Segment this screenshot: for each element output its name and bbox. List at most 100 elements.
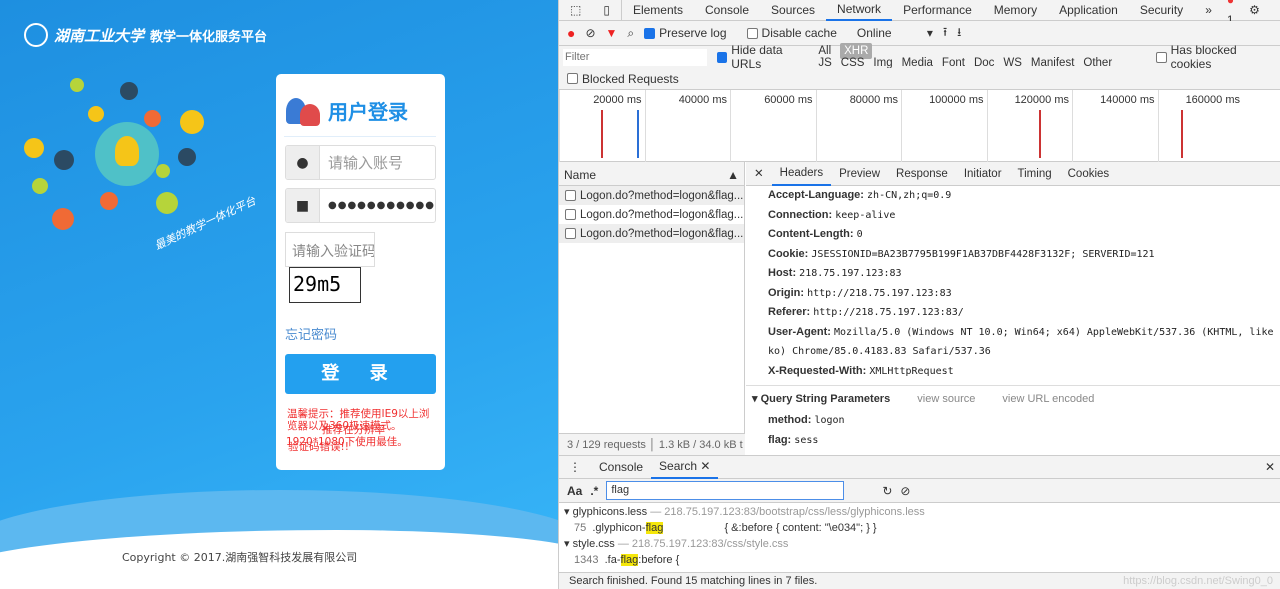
timeline-tick: 120000 ms [986, 90, 1073, 162]
network-timeline[interactable]: 20000 ms 40000 ms 60000 ms 80000 ms 100000 m… [559, 90, 1280, 162]
tab-performance[interactable]: Performance [892, 0, 983, 20]
hide-data-urls-checkbox[interactable]: Hide data URLs [717, 43, 808, 71]
filter-input[interactable] [563, 48, 707, 66]
request-name: Logon.do?method=logon&flag... [580, 189, 744, 202]
has-blocked-cookies-label: Has blocked cookies [1170, 43, 1237, 71]
refresh-icon[interactable]: ↻ [882, 484, 892, 498]
request-details: ✕ Headers Preview Response Initiator Tim… [746, 162, 1280, 455]
header-key: Host: [768, 267, 797, 279]
name-column-header[interactable]: Name [564, 168, 596, 182]
close-details-icon[interactable]: ✕ [746, 163, 772, 185]
request-header: Accept-Language: zh-CN,zh;q=0.9 [746, 186, 1280, 206]
tick-label: 140000 ms [1100, 94, 1155, 106]
query-title[interactable]: Query String Parameters [761, 393, 891, 405]
captcha-input[interactable]: 请输入验证码 [285, 232, 375, 267]
header-value: 0 [856, 229, 863, 240]
request-list: Name ▲ Logon.do?method=logon&flag... Logo… [559, 162, 745, 455]
filter-icon[interactable]: ▼ [606, 26, 618, 40]
timeline-tick: 100000 ms [901, 90, 987, 162]
captcha-image[interactable]: 29m5 [289, 267, 361, 303]
request-row[interactable]: Logon.do?method=logon&flag... [559, 224, 744, 243]
disable-cache-checkbox[interactable]: Disable cache [746, 26, 837, 40]
regex-button[interactable]: .* [590, 484, 598, 498]
inspect-icon[interactable]: ⬚ [559, 0, 592, 20]
result-file[interactable]: ▾ glyphicons.less — 218.75.197.123:83/bo… [564, 504, 1280, 520]
tab-application[interactable]: Application [1048, 0, 1129, 20]
header-key: Referer: [768, 306, 811, 318]
close-drawer-icon[interactable]: ✕ [1265, 460, 1280, 474]
header-value: 218.75.197.123:83 [799, 268, 902, 279]
result-line[interactable]: 75 .glyphicon-flag { &:before { content:… [564, 520, 1280, 536]
query-param: method: logon [768, 414, 845, 426]
expand-icon[interactable]: ▾ [752, 393, 758, 405]
query-string-section: ▾ Query String Parameters view source vi… [746, 385, 1280, 411]
drawer-tab-console[interactable]: Console [591, 460, 651, 474]
request-name: Logon.do?method=logon&flag... [580, 227, 744, 240]
tab-sources[interactable]: Sources [760, 0, 826, 20]
request-header: User-Agent: Mozilla/5.0 (Windows NT 10.0… [746, 323, 1280, 343]
view-source-link[interactable]: view source [917, 393, 975, 405]
lightbulb-icon [95, 122, 159, 186]
result-line[interactable]: 1343 .fa-flag:before { [564, 552, 1280, 568]
type-all[interactable]: All [818, 45, 831, 57]
tab-timing[interactable]: Timing [1010, 163, 1060, 185]
tab-initiator[interactable]: Initiator [956, 163, 1010, 185]
search-toolbar: Aa .* flag ↻ ⊘ [559, 479, 1280, 503]
tab-console[interactable]: Console [694, 0, 760, 20]
login-page: 湖南工业大学 教学一体化服务平台 最美的教学一体化平台 用户登录 ● 请输入账号 … [0, 0, 558, 589]
blocked-row: Blocked Requests [559, 68, 1280, 90]
request-row[interactable]: Logon.do?method=logon&flag... [559, 205, 744, 224]
more-tabs-button[interactable]: » [1194, 0, 1223, 20]
watermark: https://blog.csdn.net/Swing0_0 [1123, 575, 1273, 587]
match-case-button[interactable]: Aa [567, 484, 582, 498]
sort-up-icon[interactable]: ▲ [727, 168, 739, 182]
timeline-tick: 80000 ms [815, 90, 902, 162]
search-icon[interactable]: ⌕ [627, 26, 634, 41]
search-input[interactable]: flag [606, 481, 845, 500]
kebab-menu-icon[interactable]: ⋮ [1271, 0, 1280, 20]
clear-icon[interactable]: ⊘ [585, 26, 595, 40]
request-header: Host: 218.75.197.123:83 [746, 264, 1280, 284]
tab-preview[interactable]: Preview [831, 163, 888, 185]
header-value: keep-alive [835, 209, 896, 221]
drawer-tab-search[interactable]: Search ✕ [651, 455, 719, 479]
school-logo: 湖南工业大学 教学一体化服务平台 [24, 23, 267, 47]
password-field[interactable]: ■ ●●●●●●●●●●● [285, 188, 436, 223]
has-blocked-cookies-checkbox[interactable]: Has blocked cookies [1156, 43, 1271, 71]
upload-icon[interactable]: ⭱ [943, 23, 947, 44]
forgot-password-link[interactable]: 忘记密码 [285, 324, 337, 343]
login-button[interactable]: 登 录 [285, 354, 436, 394]
header-key: Cookie: [768, 247, 809, 260]
result-file[interactable]: ▾ style.css — 218.75.197.123:83/css/styl… [564, 536, 1280, 552]
tab-headers[interactable]: Headers [771, 162, 832, 186]
gear-icon[interactable]: ⚙ [1238, 0, 1271, 20]
tick-label: 80000 ms [849, 94, 898, 106]
tab-response[interactable]: Response [888, 163, 956, 185]
request-name: Logon.do?method=logon&flag... [580, 208, 744, 221]
account-field[interactable]: ● 请输入账号 [285, 145, 436, 180]
tab-elements[interactable]: Elements [622, 0, 694, 20]
blocked-requests-checkbox[interactable]: Blocked Requests [567, 72, 679, 86]
view-url-encoded-link[interactable]: view URL encoded [1002, 393, 1094, 405]
request-row[interactable]: Logon.do?method=logon&flag... [559, 186, 744, 205]
header-key: Accept-Language: [768, 189, 864, 201]
transfer-size: 1.3 kB / 34.0 kB t [658, 439, 743, 451]
clear-search-icon[interactable]: ⊘ [900, 484, 910, 498]
tab-security[interactable]: Security [1129, 0, 1194, 20]
tab-cookies[interactable]: Cookies [1060, 163, 1118, 185]
device-icon[interactable]: ▯ [592, 0, 622, 20]
tab-network[interactable]: Network [826, 0, 893, 21]
download-icon[interactable]: ⭳ [957, 23, 961, 44]
close-icon[interactable]: ✕ [700, 459, 710, 473]
request-header: Cookie: JSESSIONID=BA23B7795B199F1AB37DB… [746, 245, 1280, 265]
preserve-log-checkbox[interactable]: Preserve log [644, 26, 727, 40]
request-header: Connection: keep-alive [746, 206, 1280, 226]
request-header: Referer: http://218.75.197.123:83/ [746, 303, 1280, 323]
drawer-menu-icon[interactable]: ⋮ [559, 460, 591, 474]
record-icon[interactable]: ● [567, 25, 575, 41]
timeline-marker [1039, 110, 1041, 158]
request-header: Content-Length: 0 [746, 225, 1280, 245]
search-tab-label: Search [659, 459, 698, 473]
throttle-select[interactable]: Online [857, 26, 917, 40]
tab-memory[interactable]: Memory [983, 0, 1048, 20]
